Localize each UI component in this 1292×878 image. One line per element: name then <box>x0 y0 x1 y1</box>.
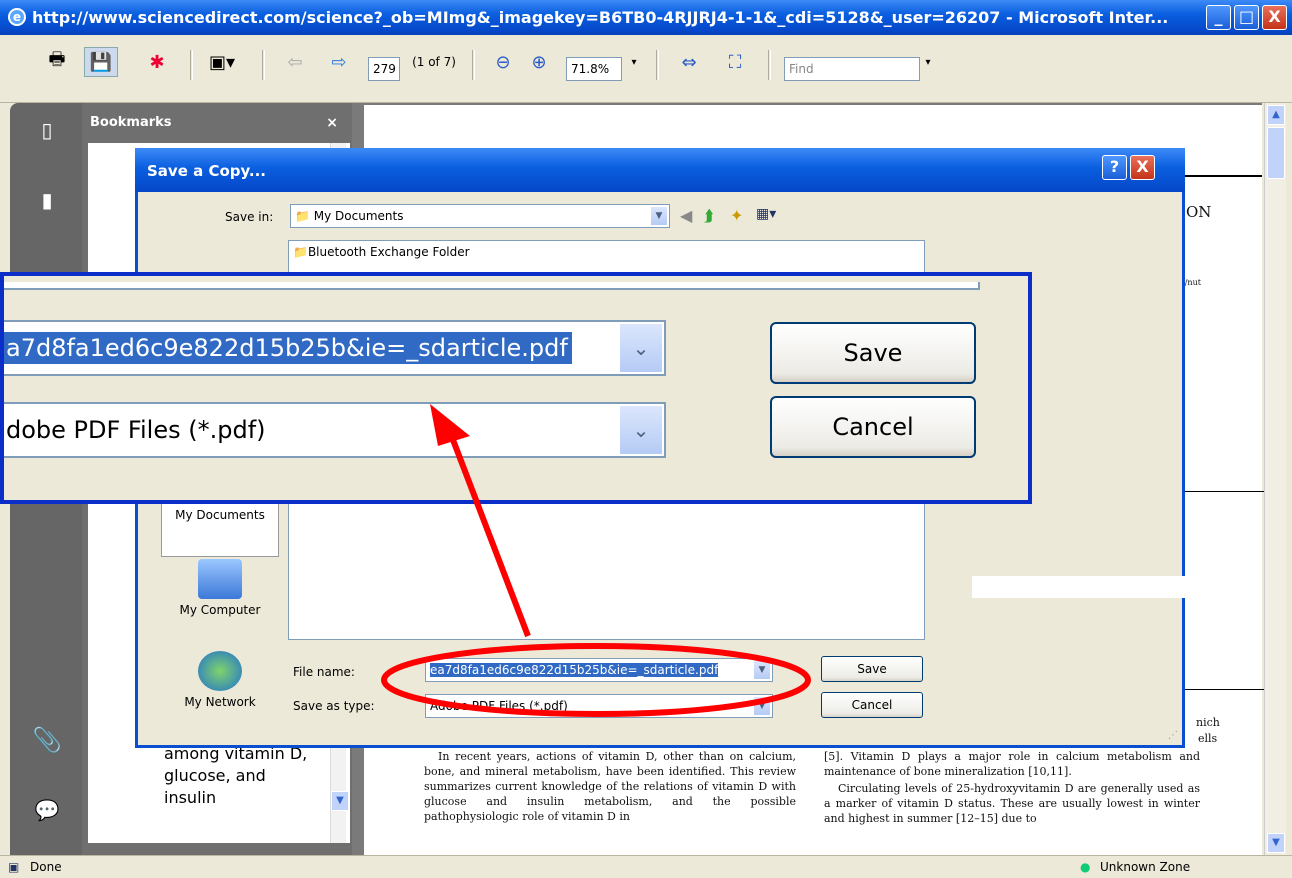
resize-grip-icon[interactable]: ⋰ <box>1168 730 1178 741</box>
file-name-text: Bluetooth Exchange Folder <box>307 245 470 259</box>
toolbar-separator <box>190 50 193 80</box>
status-text: Done <box>30 860 62 874</box>
body-text-left: In recent years, actions of vitamin D, o… <box>424 750 796 823</box>
body-text-right-2: Circulating levels of 25-hydroxyvitamin … <box>824 782 1200 825</box>
toolbar-separator <box>656 50 659 80</box>
chevron-down-icon[interactable]: ▼ <box>753 696 771 716</box>
save-in-label: Save in: <box>225 210 274 224</box>
place-my-network[interactable]: My Network <box>161 651 279 709</box>
file-list-item[interactable]: 📁Bluetooth Exchange Folder <box>293 245 470 259</box>
toolbar-separator <box>262 50 265 80</box>
bookmarks-close-button[interactable]: × <box>326 115 338 131</box>
zoom-out-icon[interactable]: ⊖ <box>488 47 518 77</box>
save-as-type-label: Save as type: <box>293 699 375 713</box>
save-as-type-dropdown[interactable]: Adobe PDF Files (*.pdf) ▼ <box>425 694 773 718</box>
folder-icon: 📁 <box>295 209 314 223</box>
status-bar: ▣ Done ● Unknown Zone <box>0 855 1292 878</box>
network-globe-icon <box>198 651 242 691</box>
toolbar-separator <box>472 50 475 80</box>
page-number-input[interactable]: 279 <box>368 57 400 81</box>
document-scrollbar[interactable]: ▲ ▼ <box>1264 103 1286 855</box>
fit-width-icon[interactable]: ⇔ <box>674 47 704 77</box>
save-icon[interactable]: 💾 <box>84 47 118 77</box>
print-icon[interactable]: 🖶 <box>40 47 74 77</box>
computer-icon <box>198 559 242 599</box>
fit-page-icon[interactable]: ⛶ <box>720 47 750 77</box>
globe-icon: ● <box>1080 860 1091 874</box>
find-dropdown-arrow-icon[interactable]: ▾ <box>920 47 936 77</box>
inset-cancel-button[interactable]: Cancel <box>770 396 976 458</box>
bookmarks-header: Bookmarks <box>90 115 172 130</box>
security-zone: Unknown Zone <box>1100 860 1191 874</box>
dialog-help-button[interactable]: ? <box>1102 155 1127 180</box>
new-folder-icon[interactable]: ✦ <box>730 206 743 225</box>
save-in-dropdown[interactable]: 📁 My Documents ▼ <box>290 204 670 228</box>
ie-logo-icon: e <box>8 8 26 26</box>
file-name-label: File name: <box>293 665 355 679</box>
zoom-inset: a7d8fa1ed6c9e822d15b25b&ie=_sdarticle.pd… <box>0 272 1032 504</box>
inset-save-as-type-value: dobe PDF Files (*.pdf) <box>6 416 266 444</box>
pages-icon[interactable]: ▯ <box>32 115 62 145</box>
place-label: My Documents <box>175 508 265 522</box>
page-text-fragment: ells <box>1198 732 1218 745</box>
file-name-value: ea7d8fa1ed6c9e822d15b25b&ie=_sdarticle.p… <box>430 663 719 677</box>
bookmarks-icon[interactable]: ▮ <box>32 185 62 215</box>
scrollbar-thumb[interactable] <box>1267 127 1285 179</box>
page-rule <box>1184 491 1264 492</box>
page-rule <box>1184 689 1264 690</box>
page-count: (1 of 7) <box>412 55 456 69</box>
inset-file-name-field[interactable]: a7d8fa1ed6c9e822d15b25b&ie=_sdarticle.pd… <box>4 320 666 376</box>
zoom-level-input[interactable]: 71.8% <box>566 57 622 81</box>
next-page-icon[interactable]: ⇨ <box>324 47 354 77</box>
inset-save-button[interactable]: Save <box>770 322 976 384</box>
views-menu-icon[interactable]: ▦▾ <box>756 206 776 222</box>
body-text-right-1: [5]. Vitamin D plays a major role in cal… <box>824 750 1200 778</box>
inset-list-edge <box>4 282 980 290</box>
attachments-paperclip-icon[interactable]: 📎 <box>32 725 62 755</box>
chevron-down-icon[interactable]: ▼ <box>650 206 668 226</box>
page-text-fragment: ON <box>1186 203 1212 221</box>
scroll-down-icon[interactable]: ▼ <box>1267 833 1285 853</box>
chevron-down-icon[interactable]: ▼ <box>753 660 771 680</box>
place-label: My Network <box>184 695 256 709</box>
save-in-value: My Documents <box>313 209 404 223</box>
close-button[interactable]: X <box>1262 5 1287 30</box>
up-folder-icon[interactable]: ⮭ <box>704 206 713 226</box>
zoom-dropdown-arrow-icon[interactable]: ▾ <box>624 47 644 77</box>
toolbar-separator <box>768 50 771 80</box>
inset-file-name-value: a7d8fa1ed6c9e822d15b25b&ie=_sdarticle.pd… <box>4 332 572 364</box>
select-tool-icon[interactable]: ▣▾ <box>202 47 242 77</box>
zoom-in-icon[interactable]: ⊕ <box>524 47 554 77</box>
scroll-up-icon[interactable]: ▲ <box>1267 105 1285 125</box>
back-icon[interactable]: ◀ <box>680 206 692 225</box>
acrobat-toolbar <box>0 35 1292 103</box>
save-as-type-value: Adobe PDF Files (*.pdf) <box>430 699 568 713</box>
folder-icon: 📁 <box>293 245 308 259</box>
bookmark-item[interactable]: among vitamin D, glucose, and insulin <box>164 743 334 809</box>
cancel-button[interactable]: Cancel <box>821 692 923 718</box>
dialog-title: Save a Copy... <box>135 148 1185 192</box>
file-name-field[interactable]: ea7d8fa1ed6c9e822d15b25b&ie=_sdarticle.p… <box>425 658 773 682</box>
organize-star-icon[interactable]: ✱ <box>140 47 174 77</box>
place-label: My Computer <box>179 603 261 617</box>
white-cover-patch <box>972 576 1190 598</box>
find-input[interactable]: Find <box>784 57 920 81</box>
save-button[interactable]: Save <box>821 656 923 682</box>
window-titlebar: e http://www.sciencedirect.com/science?_… <box>0 0 1292 35</box>
window-title: http://www.sciencedirect.com/science?_ob… <box>32 8 1169 27</box>
inset-save-as-type-dropdown[interactable]: dobe PDF Files (*.pdf) ⌄ <box>4 402 666 458</box>
previous-page-icon[interactable]: ⇦ <box>280 47 310 77</box>
browser-window: e http://www.sciencedirect.com/science?_… <box>0 0 1292 878</box>
chevron-down-icon[interactable]: ⌄ <box>620 324 662 372</box>
place-my-computer[interactable]: My Computer <box>161 559 279 617</box>
place-my-documents[interactable]: My Documents <box>161 501 279 557</box>
minimize-button[interactable]: _ <box>1206 5 1231 30</box>
dialog-close-button[interactable]: X <box>1130 155 1155 180</box>
page-text-fragment: nich <box>1196 716 1220 729</box>
maximize-button[interactable]: □ <box>1234 5 1259 30</box>
chevron-down-icon[interactable]: ⌄ <box>620 406 662 454</box>
page-icon: ▣ <box>8 860 20 874</box>
comments-icon[interactable]: 💬 <box>32 795 62 825</box>
